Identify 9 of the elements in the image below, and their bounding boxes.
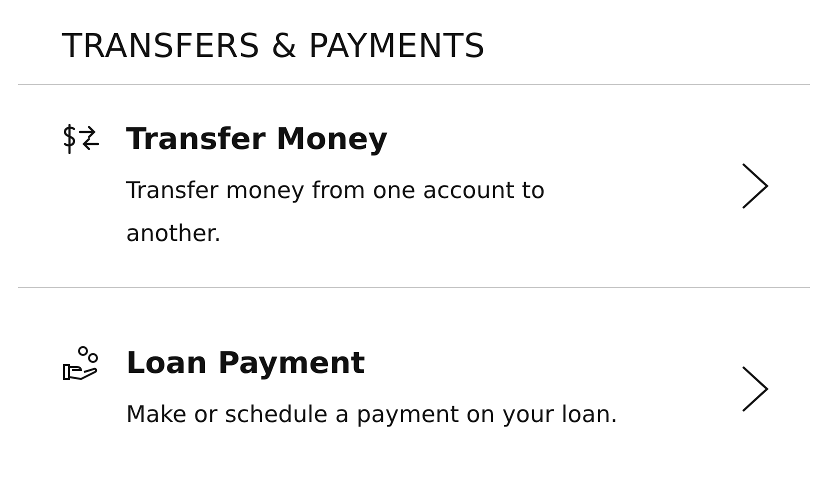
chevron-right-icon	[740, 162, 770, 210]
list-item[interactable]: Transfer Money Transfer money from one account to another.	[18, 84, 810, 287]
item-description: Make or schedule a payment on your loan.	[125, 401, 619, 430]
list-item[interactable]: Loan Payment Make or schedule a payment on your loan.	[18, 287, 810, 477]
chevron-right-icon	[740, 365, 770, 413]
item-title: Transfer Money	[126, 120, 388, 158]
item-title: Loan Payment	[126, 345, 366, 383]
section-title: TRANSFERS & PAYMENTS	[62, 25, 486, 67]
item-description: Transfer money from one account to another.	[125, 176, 546, 248]
